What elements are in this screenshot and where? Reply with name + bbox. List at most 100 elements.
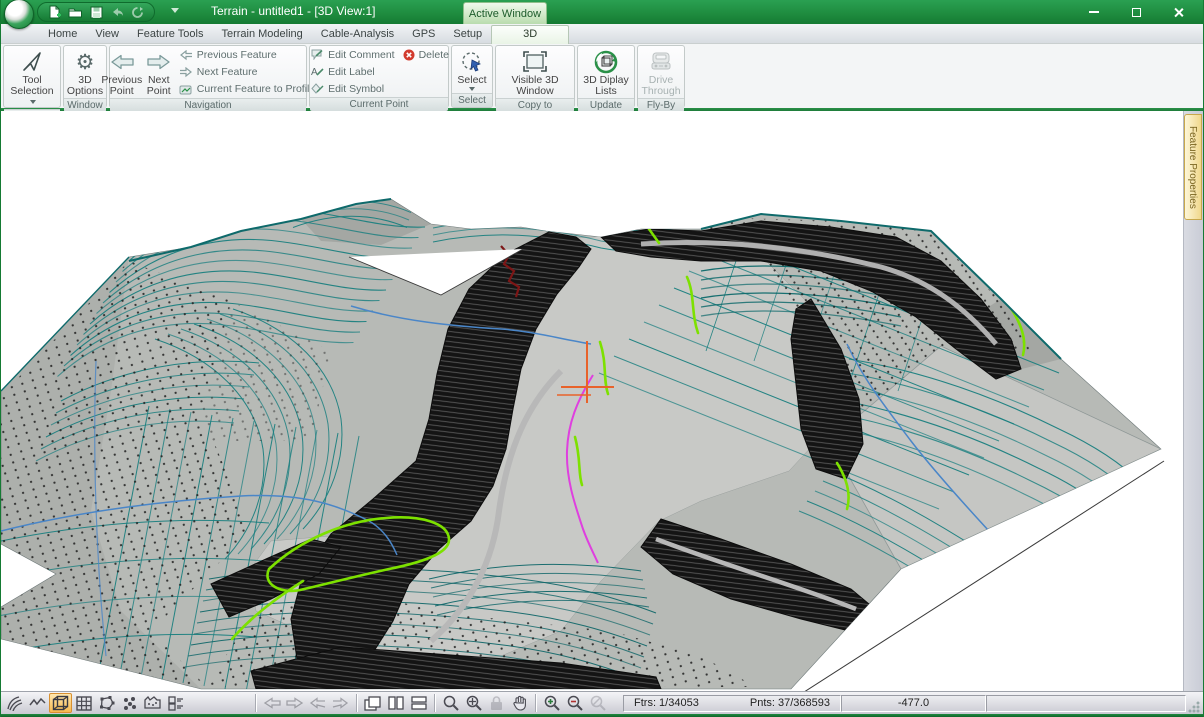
zoom-extents-button[interactable] <box>462 693 485 713</box>
3d-view-button[interactable] <box>49 693 72 713</box>
breakline-box-button[interactable] <box>141 693 164 713</box>
group-label-window: Window <box>64 98 106 112</box>
close-icon <box>1173 7 1184 18</box>
titlebar: Terrain - untitled1 - [3D View:1] Active… <box>1 0 1203 24</box>
minimize-icon <box>1089 11 1099 13</box>
select-dropdown-caret-icon <box>469 87 475 91</box>
symbol-pencil-icon <box>311 83 324 94</box>
car-icon <box>648 49 674 75</box>
cursor-arrow-icon <box>20 49 44 75</box>
ribbon-group-mode: Tool Selection Mode <box>3 45 61 108</box>
cascade-windows-button[interactable] <box>361 693 384 713</box>
visible-3d-window-button[interactable]: Visible 3D Window <box>508 47 561 97</box>
group-label-current-point: Current Point <box>310 97 448 111</box>
side-panel-strip: Feature Properties <box>1183 111 1203 691</box>
group-label-update: Update <box>578 98 634 112</box>
undo-icon[interactable] <box>110 6 124 18</box>
feature-point-counter: Ftrs: 1/34053 Pnts: 37/368593 <box>623 695 841 712</box>
points-count: Pnts: 37/368593 <box>750 697 830 709</box>
edit-symbol-button[interactable]: Edit Symbol <box>311 81 449 96</box>
zoom-in-button[interactable] <box>540 693 563 713</box>
save-icon[interactable] <box>90 6 103 19</box>
maximize-button[interactable] <box>1115 0 1157 24</box>
next-point-nav-button[interactable] <box>283 693 306 713</box>
previous-feature-button[interactable]: Previous Feature <box>179 48 315 63</box>
zoom-off-button[interactable] <box>586 693 609 713</box>
active-window-context-label: Active Window <box>463 2 547 24</box>
points-view-button[interactable] <box>118 693 141 713</box>
prev-point-nav-button[interactable] <box>260 693 283 713</box>
tab-terrain-modeling[interactable]: Terrain Modeling <box>212 26 311 43</box>
edit-comment-button[interactable]: Edit Comment <box>311 47 395 62</box>
group-label-flyby: Fly-By <box>638 98 684 112</box>
ribbon-group-select: Select Select <box>451 45 493 108</box>
tab-feature-tools[interactable]: Feature Tools <box>128 26 212 43</box>
resize-grip[interactable] <box>1188 701 1201 714</box>
status-toolbar: Ftrs: 1/34053 Pnts: 37/368593 -477.0 <box>1 691 1203 714</box>
group-label-select: Select <box>452 93 492 107</box>
new-file-icon[interactable] <box>48 5 61 19</box>
previous-point-arrow-icon <box>109 49 135 75</box>
label-pencil-icon: A <box>311 66 324 77</box>
tab-view[interactable]: View <box>86 26 128 43</box>
ribbon-group-clipboard: Visible 3D Window Copy to Clipboard <box>495 45 575 108</box>
redo-icon[interactable] <box>131 6 144 19</box>
ribbon-group-update: 3D Diplay Lists Update <box>577 45 635 108</box>
next-feature-nav-button[interactable] <box>329 693 352 713</box>
tool-selection-button[interactable]: Tool Selection <box>6 47 58 108</box>
next-feature-button[interactable]: Next Feature <box>179 65 315 80</box>
tile-horizontal-button[interactable] <box>407 693 430 713</box>
3d-terrain-viewport[interactable] <box>1 111 1183 691</box>
open-folder-icon[interactable] <box>68 6 83 18</box>
select-button[interactable]: Select <box>454 47 489 92</box>
lock-view-button[interactable] <box>485 693 508 713</box>
3d-display-lists-button[interactable]: 3D Diplay Lists <box>580 47 632 97</box>
profile-view-button[interactable] <box>26 693 49 713</box>
status-spacer-segment <box>986 695 1186 712</box>
window-title: Terrain - untitled1 - [3D View:1] <box>211 4 371 18</box>
zoom-window-button[interactable] <box>439 693 462 713</box>
tab-3d[interactable]: 3D <box>491 25 569 44</box>
edit-label-button[interactable]: A Edit Label <box>311 64 449 79</box>
qat-dropdown-icon[interactable] <box>171 8 179 13</box>
current-feature-to-profile-button[interactable]: Current Feature to Profile <box>179 82 315 97</box>
close-button[interactable] <box>1157 0 1199 24</box>
app-logo-icon[interactable] <box>4 0 34 29</box>
prev-feature-nav-button[interactable] <box>306 693 329 713</box>
next-feature-icon <box>179 67 193 78</box>
terrain-render <box>1 111 1183 691</box>
tab-gps[interactable]: GPS <box>403 26 444 43</box>
delete-icon <box>403 49 415 61</box>
elevation-readout: -477.0 <box>841 695 986 712</box>
display-lists-button[interactable] <box>164 693 187 713</box>
contours-view-button[interactable] <box>3 693 26 713</box>
ribbon-tab-bar: HomeViewFeature ToolsTerrain ModelingCab… <box>1 24 1203 44</box>
ribbon-group-navigation: Previous Point Next Point Previous Featu… <box>109 45 307 108</box>
tab-home[interactable]: Home <box>39 26 86 43</box>
features-count: Ftrs: 1/34053 <box>634 697 699 709</box>
minimize-button[interactable] <box>1073 0 1115 24</box>
tab-cable-analysis[interactable]: Cable-Analysis <box>312 26 403 43</box>
gear-icon: ⚙ <box>76 49 95 75</box>
comment-pencil-icon <box>311 49 324 60</box>
previous-feature-icon <box>179 50 193 61</box>
polygon-nodes-button[interactable] <box>95 693 118 713</box>
drive-through-button[interactable]: Drive Through <box>638 47 683 97</box>
tab-setup[interactable]: Setup <box>444 26 491 43</box>
next-point-arrow-icon <box>146 49 172 75</box>
tile-vertical-button[interactable] <box>384 693 407 713</box>
refresh-cube-icon <box>594 49 618 75</box>
zoom-out-button[interactable] <box>563 693 586 713</box>
feature-properties-tab[interactable]: Feature Properties <box>1184 114 1202 220</box>
next-point-button[interactable]: Next Point <box>143 47 175 97</box>
pan-hand-button[interactable] <box>508 693 531 713</box>
group-label-navigation: Navigation <box>110 98 306 112</box>
previous-point-button[interactable]: Previous Point <box>101 47 143 97</box>
delete-button[interactable]: Delete <box>403 47 449 62</box>
3d-options-button[interactable]: ⚙ 3D Options <box>64 47 106 97</box>
quick-access-toolbar <box>37 2 155 22</box>
dropdown-caret-icon <box>30 100 36 104</box>
maximize-icon <box>1132 8 1141 17</box>
grid-view-button[interactable] <box>72 693 95 713</box>
app-window: Terrain - untitled1 - [3D View:1] Active… <box>0 0 1204 717</box>
